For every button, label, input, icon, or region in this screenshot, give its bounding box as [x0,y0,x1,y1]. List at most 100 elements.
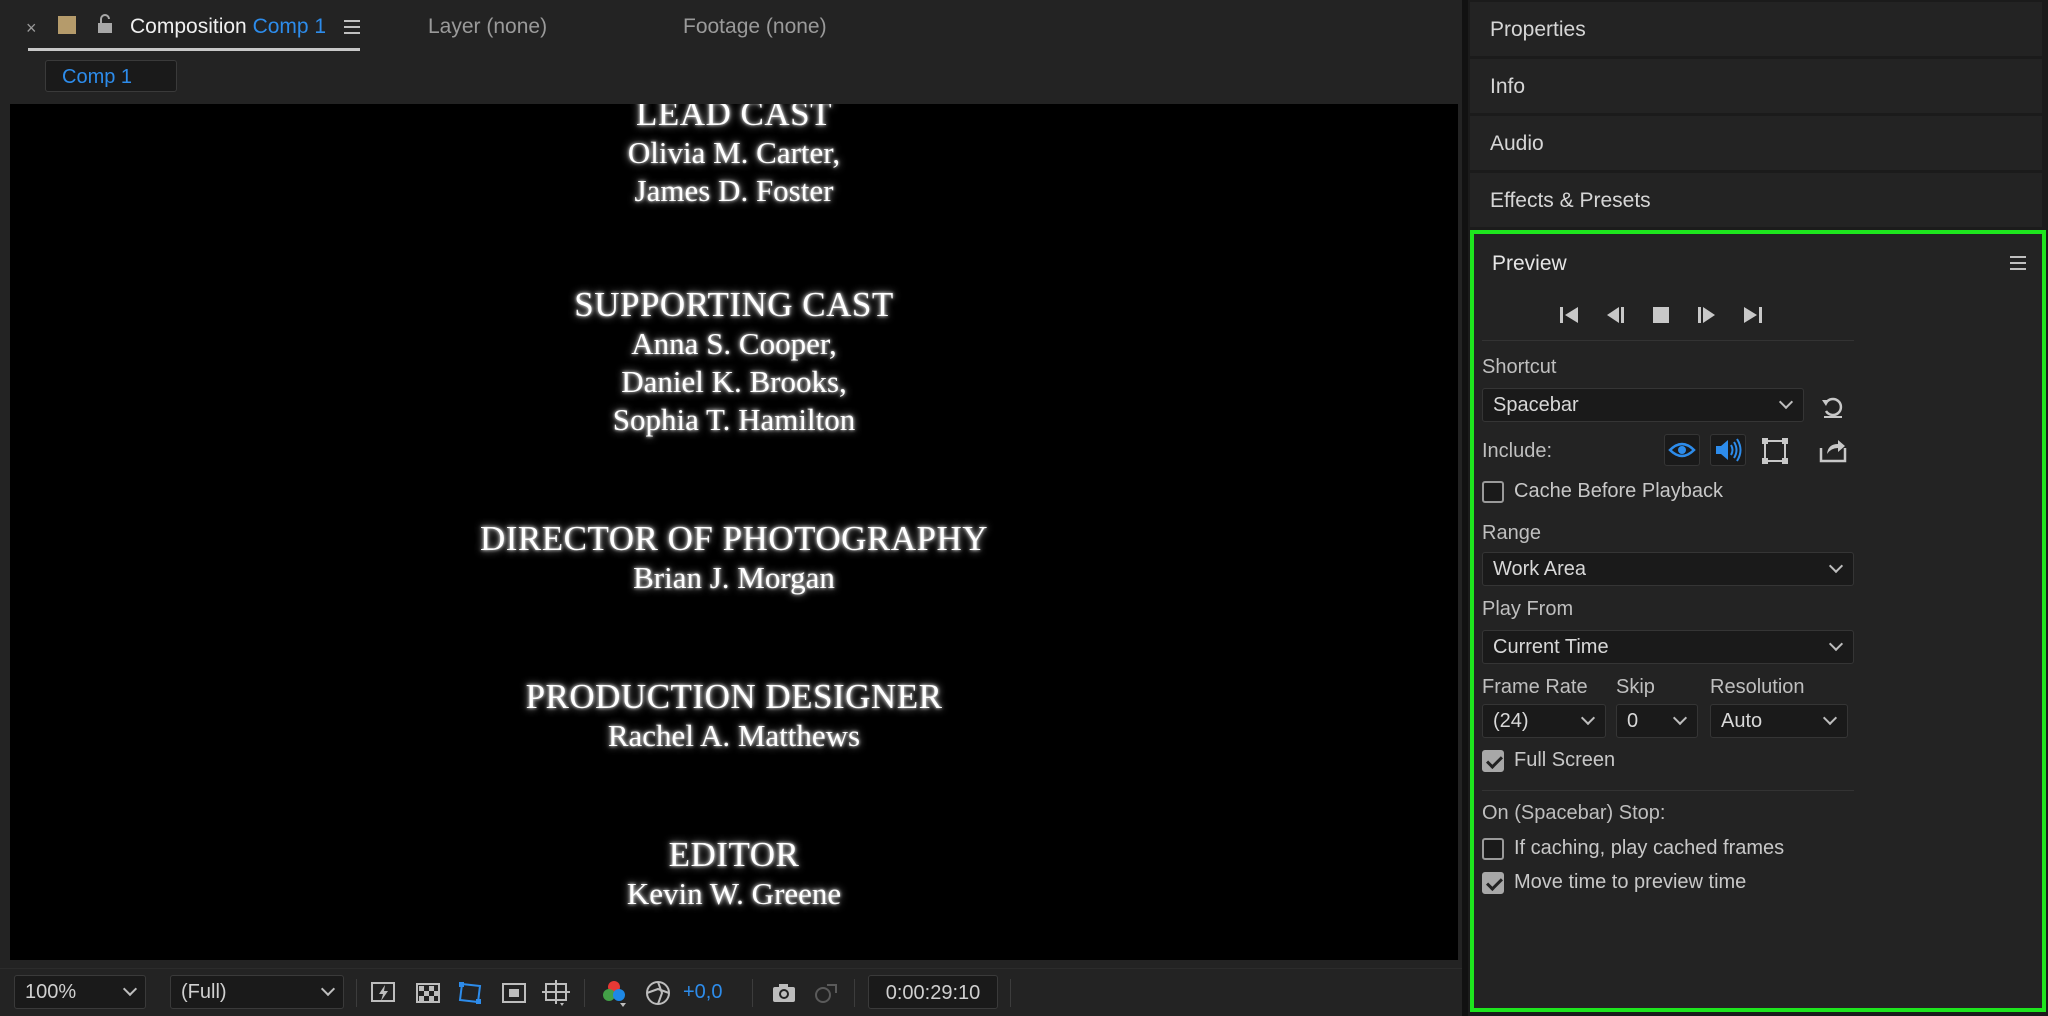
reset-icon[interactable] [1820,394,1846,420]
credit-heading: PRODUCTION DESIGNER [525,677,943,716]
properties-panel-header[interactable]: Properties [1470,2,2042,56]
full-screen-checkbox[interactable] [1482,750,1504,772]
resolution-preview-dropdown[interactable]: Auto [1710,704,1848,738]
frame-rate-label: Frame Rate [1482,676,1588,698]
region-of-interest-icon[interactable] [500,979,528,1007]
if-caching-checkbox[interactable] [1482,838,1504,860]
play-from-dropdown[interactable]: Current Time [1482,630,1854,664]
resolution-dropdown[interactable]: (Full) [170,975,344,1009]
skip-label: Skip [1616,676,1655,698]
move-time-checkbox[interactable] [1482,872,1504,894]
stop-behavior-label: On (Spacebar) Stop: [1482,802,1666,824]
fast-previews-icon[interactable] [370,979,398,1007]
export-icon[interactable] [1818,436,1848,464]
composition-tab-bar: × Composition Comp 1 Layer (none) Footag… [0,0,1462,56]
shortcut-dropdown[interactable]: Spacebar [1482,388,1804,422]
resolution-label: Resolution [1710,676,1805,698]
credit-heading: SUPPORTING CAST [574,285,894,324]
include-label: Include: [1482,440,1553,462]
skip-value: 0 [1627,710,1639,732]
chevron-down-icon [320,981,336,997]
chevron-down-icon [1672,710,1688,726]
credit-name: James D. Foster [634,173,834,208]
speaker-icon [1716,438,1742,462]
active-tab-underline [28,48,360,51]
cache-before-playback-label: Cache Before Playback [1514,480,1724,502]
credit-name: Kevin W. Greene [626,876,842,911]
if-caching-label: If caching, play cached frames [1514,837,1785,859]
channel-icon[interactable] [600,979,628,1007]
exposure-value[interactable]: +0,0 [683,981,722,1004]
range-label: Range [1482,522,1541,544]
camera-icon[interactable] [770,979,798,1007]
shortcut-value: Spacebar [1493,394,1579,416]
range-value: Work Area [1493,558,1586,580]
preview-panel-title: Preview [1492,252,1567,275]
resolution-preview-value: Auto [1721,710,1763,732]
magnification-value: 100% [25,981,77,1003]
eye-icon [1668,442,1696,458]
credit-name: Sophia T. Hamilton [612,402,856,437]
credit-block: LEAD CAST Olivia M. Carter, James D. Fos… [10,104,1458,210]
full-screen-label: Full Screen [1514,749,1616,771]
chevron-down-icon [1580,710,1596,726]
footage-tab[interactable]: Footage (none) [683,15,827,39]
audio-panel-header[interactable]: Audio [1470,116,2042,170]
play-from-label: Play From [1482,598,1574,620]
chevron-down-icon [1828,558,1844,574]
play-from-value: Current Time [1493,636,1609,658]
include-video-toggle[interactable] [1664,434,1700,466]
credit-block: SUPPORTING CAST Anna S. Cooper, Daniel K… [10,285,1458,439]
chevron-down-icon [1822,710,1838,726]
credit-block: EDITOR Kevin W. Greene [10,835,1458,913]
stop-icon[interactable] [1648,302,1674,328]
next-frame-icon[interactable] [1694,302,1720,328]
divider [1010,979,1011,1007]
chevron-down-icon [1828,636,1844,652]
panel-menu-icon[interactable] [344,20,360,34]
overlay-icon[interactable] [1760,436,1790,466]
credit-name: Anna S. Cooper, [631,326,837,361]
divider [854,979,855,1007]
composition-tab[interactable]: Composition Comp 1 [130,15,326,39]
panel-menu-icon[interactable] [2010,256,2026,270]
lock-icon[interactable] [96,14,114,34]
info-panel-header[interactable]: Info [1470,59,2042,113]
resolution-value: (Full) [181,981,227,1003]
grid-guides-icon[interactable] [542,979,570,1007]
layer-tab[interactable]: Layer (none) [428,15,547,39]
previous-frame-icon[interactable] [1602,302,1628,328]
last-frame-icon[interactable] [1740,302,1766,328]
credit-name: Rachel A. Matthews [607,718,861,753]
credit-name: Olivia M. Carter, [627,135,841,170]
close-icon[interactable]: × [26,18,37,39]
first-frame-icon[interactable] [1556,302,1582,328]
comp-navigator-tab[interactable]: Comp 1 [45,60,177,92]
cache-before-playback-checkbox[interactable] [1482,481,1504,503]
current-time-display[interactable]: 0:00:29:10 [868,975,998,1009]
credit-name: Brian J. Morgan [633,560,835,595]
composition-tab-name: Comp 1 [252,15,327,38]
frame-rate-dropdown[interactable]: (24) [1482,704,1606,738]
composition-viewer[interactable]: LEAD CAST Olivia M. Carter, James D. Fos… [10,104,1458,960]
magnification-dropdown[interactable]: 100% [14,975,146,1009]
credit-heading: LEAD CAST [635,104,833,133]
shortcut-label: Shortcut [1482,356,1557,378]
skip-dropdown[interactable]: 0 [1616,704,1698,738]
move-time-label: Move time to preview time [1514,871,1747,893]
credit-block: PRODUCTION DESIGNER Rachel A. Matthews [10,677,1458,755]
divider [584,979,585,1007]
separator [1482,340,1854,341]
divider [356,979,357,1007]
credit-name: Daniel K. Brooks, [621,364,847,399]
effects-presets-panel-header[interactable]: Effects & Presets [1470,173,2042,227]
reset-exposure-icon[interactable] [644,979,672,1007]
show-snapshot-icon[interactable] [812,979,840,1007]
range-dropdown[interactable]: Work Area [1482,552,1854,586]
divider [752,979,753,1007]
mask-visibility-icon[interactable] [456,979,484,1007]
transparency-grid-icon[interactable] [414,979,442,1007]
include-audio-toggle[interactable] [1710,434,1746,466]
composition-tab-prefix: Composition [130,15,247,38]
chevron-down-icon [1778,394,1794,410]
